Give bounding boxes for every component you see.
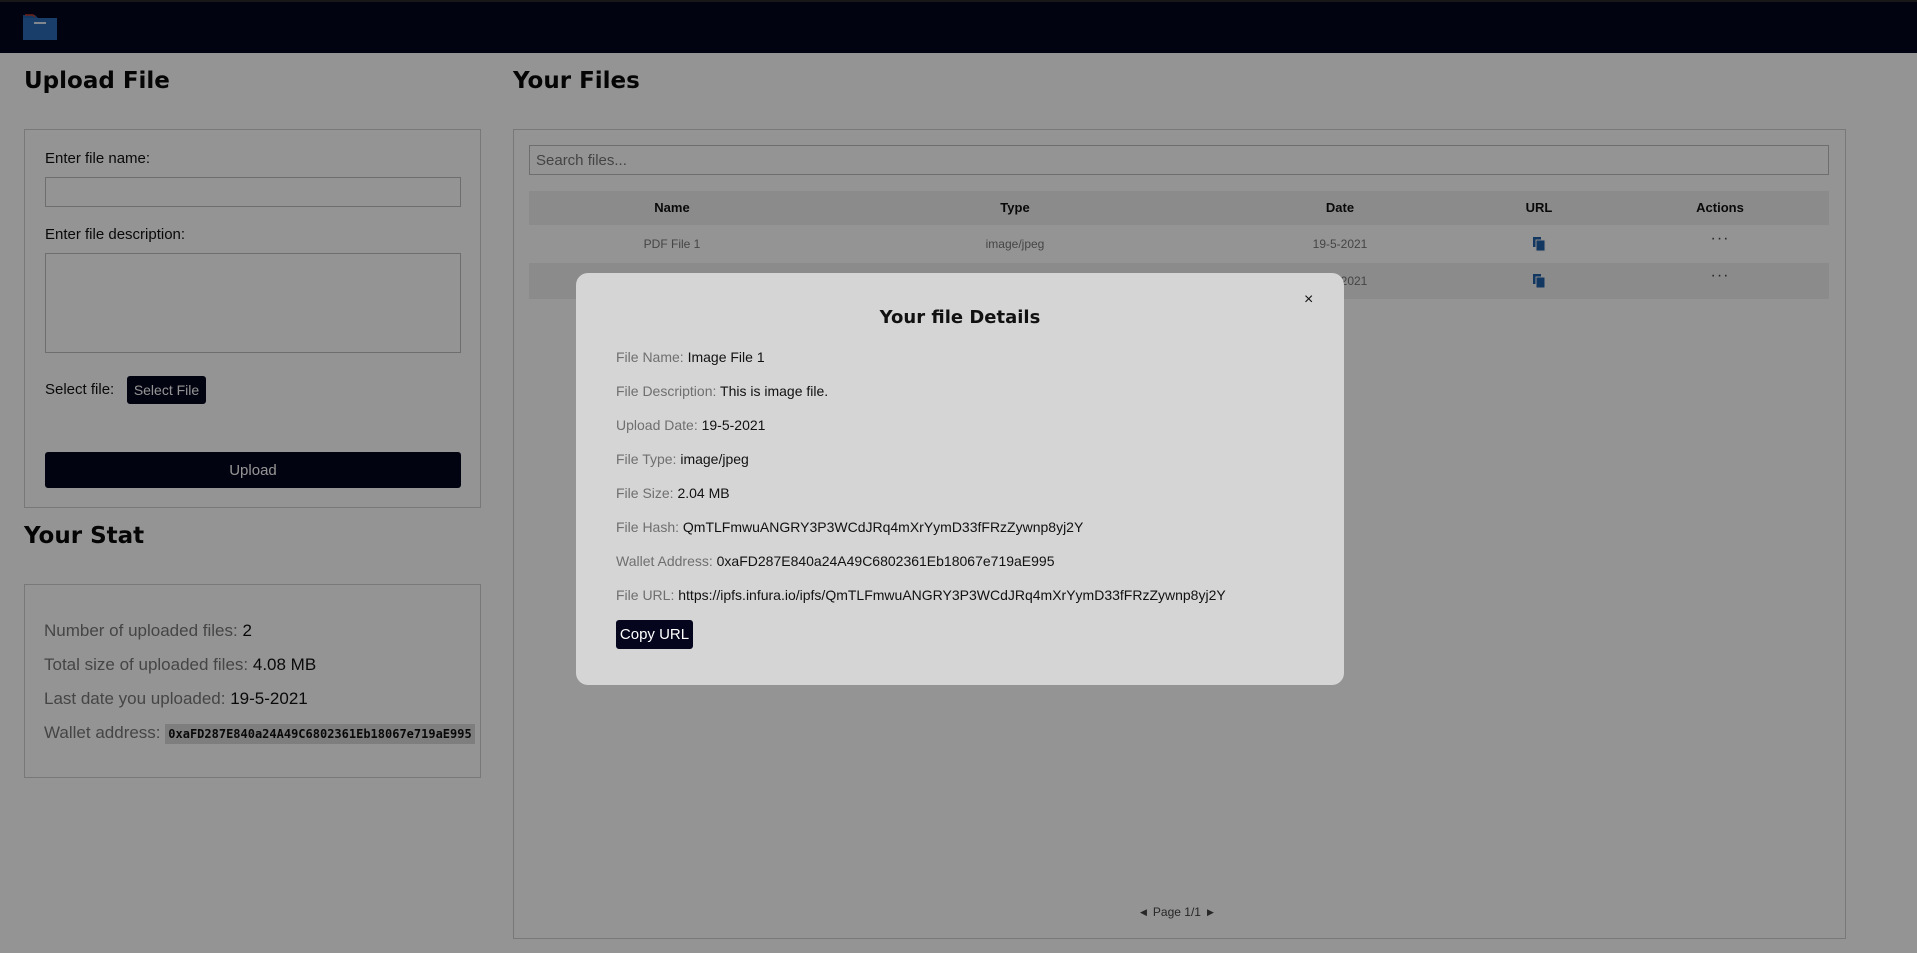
detail-label: File Name:	[616, 349, 684, 365]
detail-value: Image File 1	[687, 349, 765, 365]
detail-value: 19-5-2021	[701, 417, 766, 433]
detail-value: image/jpeg	[680, 451, 749, 467]
detail-label: File Hash:	[616, 519, 680, 535]
detail-file-hash: File Hash: QmTLFmwuANGRY3P3WCdJRq4mXrYym…	[616, 519, 1083, 535]
modal-title: Your file Details	[879, 307, 1041, 328]
detail-file-description: File Description: This is image file.	[616, 383, 828, 399]
detail-label: File Description:	[616, 383, 717, 399]
detail-label: File Size:	[616, 485, 674, 501]
detail-file-size: File Size: 2.04 MB	[616, 485, 730, 501]
detail-label: Upload Date:	[616, 417, 698, 433]
detail-label: File Type:	[616, 451, 677, 467]
detail-label: Wallet Address:	[616, 553, 713, 569]
detail-file-type: File Type: image/jpeg	[616, 451, 749, 467]
page: Upload File Enter file name: Enter file …	[0, 0, 1917, 953]
file-details-modal: × Your file Details File Name: Image Fil…	[576, 273, 1344, 685]
detail-file-name: File Name: Image File 1	[616, 349, 765, 365]
detail-label: File URL:	[616, 587, 675, 603]
copy-url-button[interactable]: Copy URL	[616, 620, 693, 649]
detail-file-url: File URL: https://ipfs.infura.io/ipfs/Qm…	[616, 587, 1226, 603]
detail-value: https://ipfs.infura.io/ipfs/QmTLFmwuANGR…	[678, 587, 1226, 603]
detail-wallet-address: Wallet Address: 0xaFD287E840a24A49C68023…	[616, 553, 1055, 569]
detail-upload-date: Upload Date: 19-5-2021	[616, 417, 765, 433]
detail-value: 0xaFD287E840a24A49C6802361Eb18067e719aE9…	[716, 553, 1055, 569]
detail-value: 2.04 MB	[677, 485, 730, 501]
detail-value: QmTLFmwuANGRY3P3WCdJRq4mXrYymD33fFRzZywn…	[682, 519, 1084, 535]
detail-value: This is image file.	[720, 383, 829, 399]
